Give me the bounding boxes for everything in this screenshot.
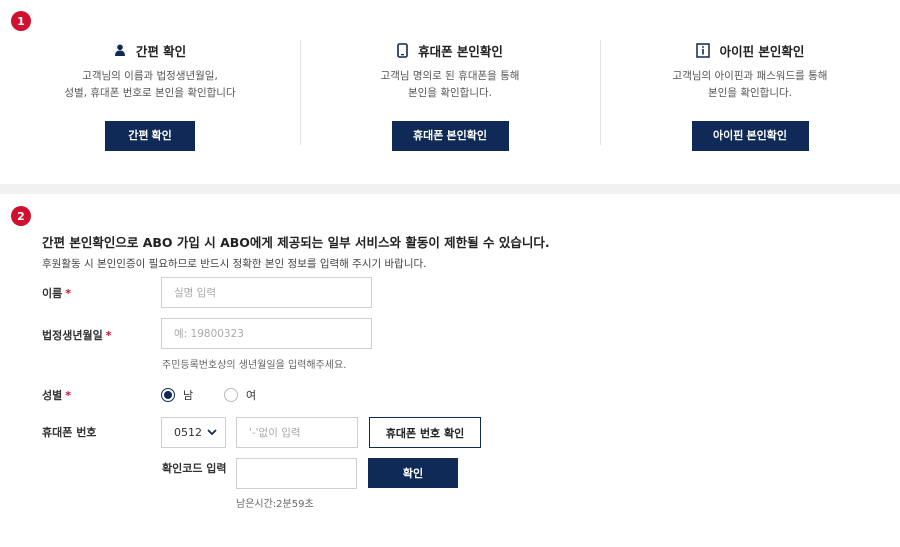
notice-title: 간편 본인확인으로 ABO 가입 시 ABO에게 제공되는 일부 서비스와 활동… xyxy=(42,235,550,250)
gender-radio-female[interactable]: 여 xyxy=(224,387,256,403)
method-description: 고객님의 이름과 법정생년월일, 성별, 휴대폰 번호로 본인을 확인합니다 xyxy=(64,70,236,99)
method-description: 고객님 명의로 된 휴대폰을 통해 본인을 확인합니다. xyxy=(380,70,520,99)
phone-label: 휴대폰 번호 xyxy=(42,426,97,439)
phone-verify-button[interactable]: 휴대폰 번호 확인 xyxy=(369,417,481,448)
method-title: 휴대폰 본인확인 xyxy=(418,43,503,59)
phone-number-input[interactable] xyxy=(236,417,358,448)
required-mark: * xyxy=(65,389,72,402)
step-1-badge: 1 xyxy=(11,11,31,31)
method-simple: 간편 확인 고객님의 이름과 법정생년월일, 성별, 휴대폰 번호로 본인을 확… xyxy=(0,40,300,151)
birth-help-text: 주민등록번호상의 생년월일을 입력해주세요. xyxy=(162,360,347,371)
phone-verify-button[interactable]: 휴대폰 본인확인 xyxy=(391,121,509,151)
timer-text: 남은시간:2분59초 xyxy=(236,499,314,510)
birth-input[interactable] xyxy=(161,318,372,349)
birth-label: 법정생년월일 * xyxy=(42,329,112,342)
radio-checked-icon xyxy=(161,388,175,402)
method-ipin: 아이핀 본인확인 고객님의 아이핀과 패스워드를 통해 본인을 확인합니다. 아… xyxy=(600,40,900,151)
section-divider xyxy=(0,184,900,194)
required-mark: * xyxy=(65,287,72,300)
code-confirm-button[interactable]: 확인 xyxy=(368,458,458,488)
method-phone: 휴대폰 본인확인 고객님 명의로 된 휴대폰을 통해 본인을 확인합니다. 휴대… xyxy=(300,40,600,151)
name-label: 이름 * xyxy=(42,287,72,300)
method-title: 간편 확인 xyxy=(135,43,187,59)
gender-radio-male[interactable]: 남 xyxy=(161,387,193,403)
person-icon xyxy=(114,44,126,56)
info-icon xyxy=(695,42,710,58)
radio-unchecked-icon xyxy=(224,388,238,402)
method-title: 아이핀 본인확인 xyxy=(719,43,805,59)
method-description: 고객님의 아이핀과 패스워드를 통해 본인을 확인합니다. xyxy=(672,70,828,99)
code-label: 확인코드 입력 xyxy=(162,462,227,475)
simple-verify-button[interactable]: 간편 확인 xyxy=(105,121,195,151)
step-2-badge: 2 xyxy=(11,206,31,226)
notice-subtitle: 후원활동 시 본인인증이 필요하므로 반드시 정확한 본인 정보를 입력해 주시… xyxy=(42,258,427,270)
code-input[interactable] xyxy=(236,458,357,489)
phone-icon xyxy=(397,42,408,58)
verification-methods: 간편 확인 고객님의 이름과 법정생년월일, 성별, 휴대폰 번호로 본인을 확… xyxy=(0,40,900,151)
gender-label: 성별 * xyxy=(42,389,72,402)
chevron-down-icon xyxy=(207,426,217,439)
phone-prefix-select[interactable]: 0512 xyxy=(161,417,226,448)
name-input[interactable] xyxy=(161,277,372,308)
ipin-verify-button[interactable]: 아이핀 본인확인 xyxy=(691,121,809,151)
required-mark: * xyxy=(105,329,112,342)
